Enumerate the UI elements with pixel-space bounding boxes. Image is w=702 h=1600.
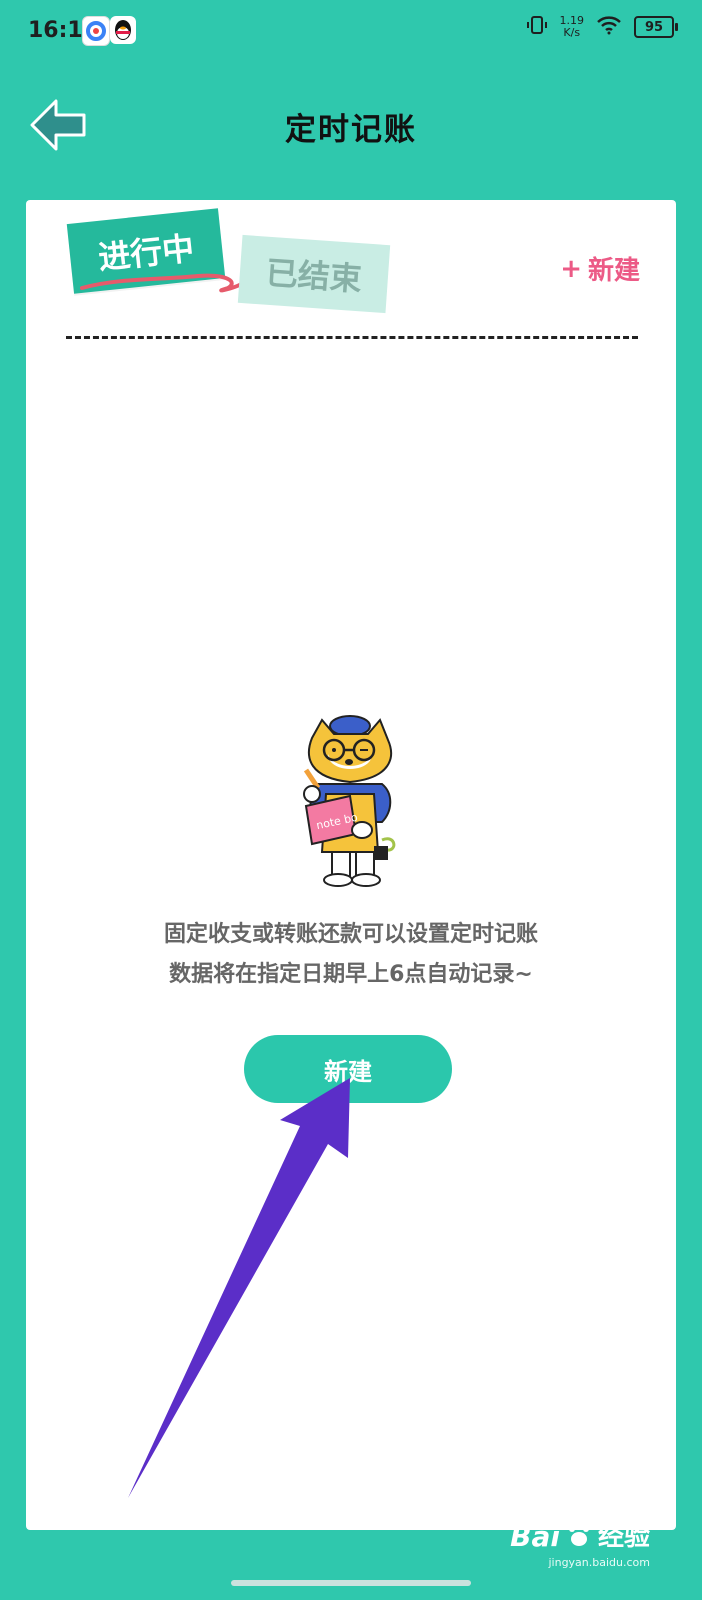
tab-ended[interactable]: 已结束	[237, 234, 391, 314]
page-title: 定时记账	[285, 112, 417, 148]
tab-ended-label: 已结束	[264, 253, 364, 299]
browser-app-icon	[82, 16, 110, 46]
paw-icon	[566, 1521, 592, 1553]
new-record-button[interactable]: 新建	[244, 1035, 452, 1103]
watermark-url: jingyan.baidu.com	[548, 1556, 650, 1569]
new-link-label: 新建	[587, 256, 640, 286]
watermark-text: 经验	[597, 1522, 650, 1552]
status-bar: 16:18 1.19 K/s 95	[0, 0, 702, 64]
plus-icon: +	[560, 253, 582, 284]
tab-underline-decoration	[80, 273, 246, 293]
main-card: 进行中 已结束 + 新建 note bo 固定收支或转账还款可以设置定时记账 数…	[26, 200, 676, 1530]
shiba-mascot-illustration: note bo	[303, 715, 396, 887]
vibrate-icon	[526, 14, 548, 40]
battery-indicator: 95	[634, 16, 678, 38]
home-indicator[interactable]	[231, 1580, 471, 1586]
status-indicators: 1.19 K/s 95	[526, 14, 678, 40]
qq-app-icon	[110, 16, 136, 44]
dashed-divider	[66, 336, 638, 339]
new-link-button[interactable]: + 新建	[560, 250, 640, 287]
net-speed-unit: K/s	[563, 26, 581, 39]
empty-state-line1: 固定收支或转账还款可以设置定时记账	[163, 922, 538, 947]
watermark: Bai 经验	[510, 1516, 650, 1553]
watermark-logo: Bai	[510, 1520, 560, 1553]
new-record-button-label: 新建	[324, 1058, 372, 1086]
empty-state-line2: 数据将在指定日期早上6点自动记录~	[169, 962, 533, 987]
net-speed: 1.19 K/s	[560, 15, 585, 39]
wifi-icon	[596, 15, 622, 39]
